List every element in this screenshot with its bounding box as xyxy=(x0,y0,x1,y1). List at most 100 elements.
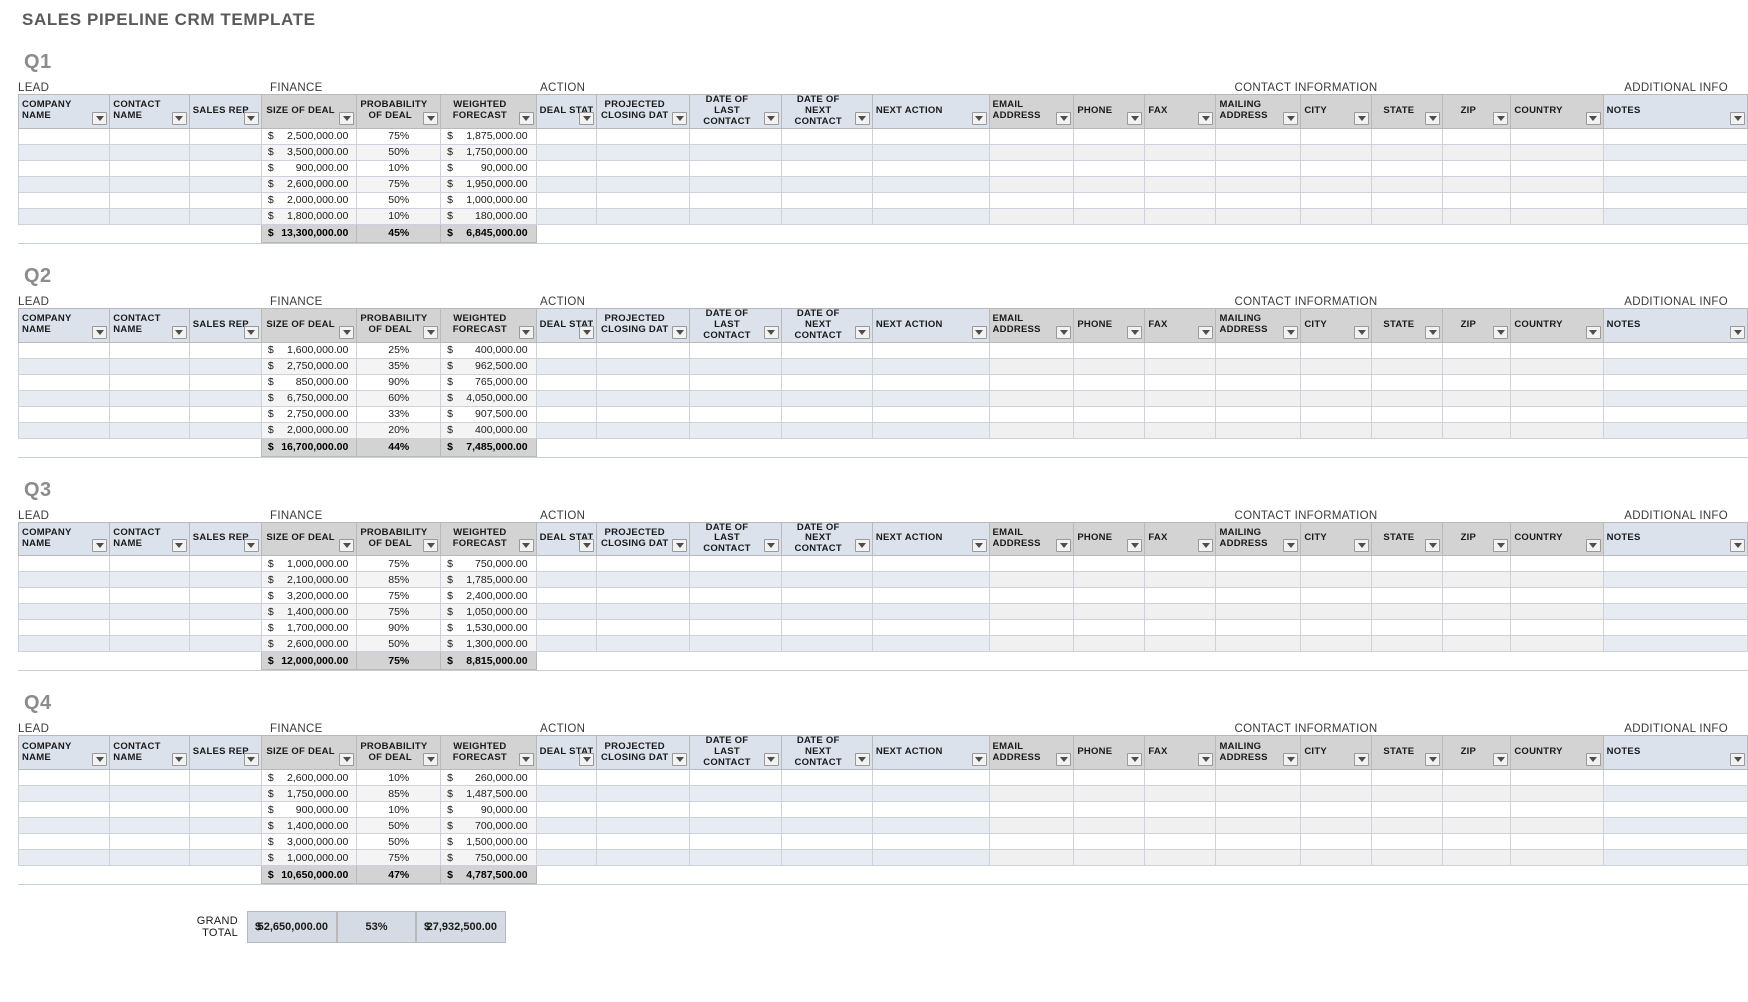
cell-phone[interactable] xyxy=(1073,619,1146,637)
cell-last_contact[interactable] xyxy=(689,357,782,375)
filter-dropdown-icon-notes[interactable] xyxy=(1730,753,1745,767)
cell-deal_status[interactable] xyxy=(535,159,598,177)
cell-zip[interactable] xyxy=(1442,555,1512,573)
cell-last_contact[interactable] xyxy=(689,373,782,391)
column-header-country[interactable]: COUNTRY xyxy=(1510,94,1604,129)
cell-closing_date[interactable] xyxy=(596,191,691,209)
cell-sales_rep[interactable] xyxy=(188,127,262,145)
cell-probability[interactable]: 10% xyxy=(356,801,442,819)
column-header-closing_date[interactable]: PROJECTED CLOSING DAT xyxy=(596,307,691,343)
cell-size_of_deal[interactable]: $1,600,000.00 xyxy=(260,341,358,359)
cell-contact_name[interactable] xyxy=(109,603,190,621)
cell-contact_name[interactable] xyxy=(109,373,190,391)
cell-sales_rep[interactable] xyxy=(188,159,262,177)
filter-dropdown-icon-zip[interactable] xyxy=(1493,111,1509,125)
cell-state[interactable] xyxy=(1371,603,1444,621)
cell-phone[interactable] xyxy=(1073,769,1146,787)
cell-size_of_deal[interactable]: $2,600,000.00 xyxy=(260,635,358,653)
filter-dropdown-icon-fax[interactable] xyxy=(1198,325,1214,339)
cell-contact_name[interactable] xyxy=(109,785,190,803)
cell-closing_date[interactable] xyxy=(596,555,691,573)
cell-email[interactable] xyxy=(988,191,1075,209)
cell-mailing[interactable] xyxy=(1215,555,1302,573)
cell-country[interactable] xyxy=(1510,143,1604,161)
column-header-next_action[interactable]: NEXT ACTION xyxy=(871,94,990,129)
column-header-deal_status[interactable]: DEAL STATUS xyxy=(535,94,598,129)
cell-mailing[interactable] xyxy=(1215,833,1302,851)
cell-closing_date[interactable] xyxy=(596,127,691,145)
cell-contact_name[interactable] xyxy=(109,849,190,867)
cell-sales_rep[interactable] xyxy=(188,341,262,359)
cell-fax[interactable] xyxy=(1144,341,1217,359)
cell-company_name[interactable] xyxy=(17,143,111,161)
cell-zip[interactable] xyxy=(1442,159,1512,177)
cell-sales_rep[interactable] xyxy=(188,405,262,423)
column-header-next_contact[interactable]: DATE OF NEXT CONTACT xyxy=(780,735,873,771)
filter-dropdown-icon-contact_name[interactable] xyxy=(171,539,187,553)
cell-notes[interactable] xyxy=(1602,833,1748,851)
cell-deal_status[interactable] xyxy=(535,373,598,391)
filter-dropdown-icon-size_of_deal[interactable] xyxy=(339,325,355,339)
cell-country[interactable] xyxy=(1510,357,1604,375)
filter-dropdown-icon-fax[interactable] xyxy=(1198,111,1214,125)
cell-next_action[interactable] xyxy=(871,587,990,605)
cell-fax[interactable] xyxy=(1144,357,1217,375)
cell-next_contact[interactable] xyxy=(780,405,873,423)
cell-weighted[interactable]: $1,500,000.00 xyxy=(440,833,537,851)
cell-country[interactable] xyxy=(1510,191,1604,209)
cell-contact_name[interactable] xyxy=(109,159,190,177)
cell-next_action[interactable] xyxy=(871,389,990,407)
cell-country[interactable] xyxy=(1510,373,1604,391)
cell-contact_name[interactable] xyxy=(109,587,190,605)
cell-notes[interactable] xyxy=(1602,849,1748,867)
cell-last_contact[interactable] xyxy=(689,817,782,835)
cell-last_contact[interactable] xyxy=(689,207,782,225)
cell-state[interactable] xyxy=(1371,191,1444,209)
filter-dropdown-icon-probability[interactable] xyxy=(423,753,439,767)
cell-company_name[interactable] xyxy=(17,405,111,423)
cell-fax[interactable] xyxy=(1144,159,1217,177)
cell-company_name[interactable] xyxy=(17,389,111,407)
cell-closing_date[interactable] xyxy=(596,159,691,177)
filter-dropdown-icon-next_action[interactable] xyxy=(971,325,987,339)
cell-closing_date[interactable] xyxy=(596,769,691,787)
cell-fax[interactable] xyxy=(1144,175,1217,193)
cell-probability[interactable]: 75% xyxy=(356,555,442,573)
cell-notes[interactable] xyxy=(1602,555,1748,573)
cell-company_name[interactable] xyxy=(17,603,111,621)
filter-dropdown-icon-contact_name[interactable] xyxy=(171,325,187,339)
cell-size_of_deal[interactable]: $1,700,000.00 xyxy=(260,619,358,637)
cell-mailing[interactable] xyxy=(1215,587,1302,605)
filter-dropdown-icon-probability[interactable] xyxy=(423,325,439,339)
filter-dropdown-icon-city[interactable] xyxy=(1354,539,1370,553)
cell-next_contact[interactable] xyxy=(780,769,873,787)
cell-fax[interactable] xyxy=(1144,555,1217,573)
cell-next_contact[interactable] xyxy=(780,785,873,803)
filter-dropdown-icon-weighted[interactable] xyxy=(518,325,534,339)
cell-mailing[interactable] xyxy=(1215,571,1302,589)
cell-size_of_deal[interactable]: $3,200,000.00 xyxy=(260,587,358,605)
cell-next_action[interactable] xyxy=(871,373,990,391)
cell-closing_date[interactable] xyxy=(596,817,691,835)
cell-contact_name[interactable] xyxy=(109,127,190,145)
cell-company_name[interactable] xyxy=(17,769,111,787)
cell-next_contact[interactable] xyxy=(780,801,873,819)
cell-country[interactable] xyxy=(1510,571,1604,589)
cell-contact_name[interactable] xyxy=(109,769,190,787)
column-header-probability[interactable]: PROBABILITY OF DEAL xyxy=(356,735,442,771)
cell-next_contact[interactable] xyxy=(780,603,873,621)
cell-company_name[interactable] xyxy=(17,555,111,573)
cell-sales_rep[interactable] xyxy=(188,207,262,225)
filter-dropdown-icon-weighted[interactable] xyxy=(518,111,534,125)
cell-email[interactable] xyxy=(988,357,1075,375)
cell-size_of_deal[interactable]: $900,000.00 xyxy=(260,801,358,819)
cell-notes[interactable] xyxy=(1602,619,1748,637)
cell-next_action[interactable] xyxy=(871,817,990,835)
filter-dropdown-icon-company_name[interactable] xyxy=(92,325,108,339)
filter-dropdown-icon-city[interactable] xyxy=(1354,111,1370,125)
cell-country[interactable] xyxy=(1510,603,1604,621)
cell-last_contact[interactable] xyxy=(689,603,782,621)
cell-state[interactable] xyxy=(1371,373,1444,391)
cell-closing_date[interactable] xyxy=(596,603,691,621)
cell-country[interactable] xyxy=(1510,341,1604,359)
